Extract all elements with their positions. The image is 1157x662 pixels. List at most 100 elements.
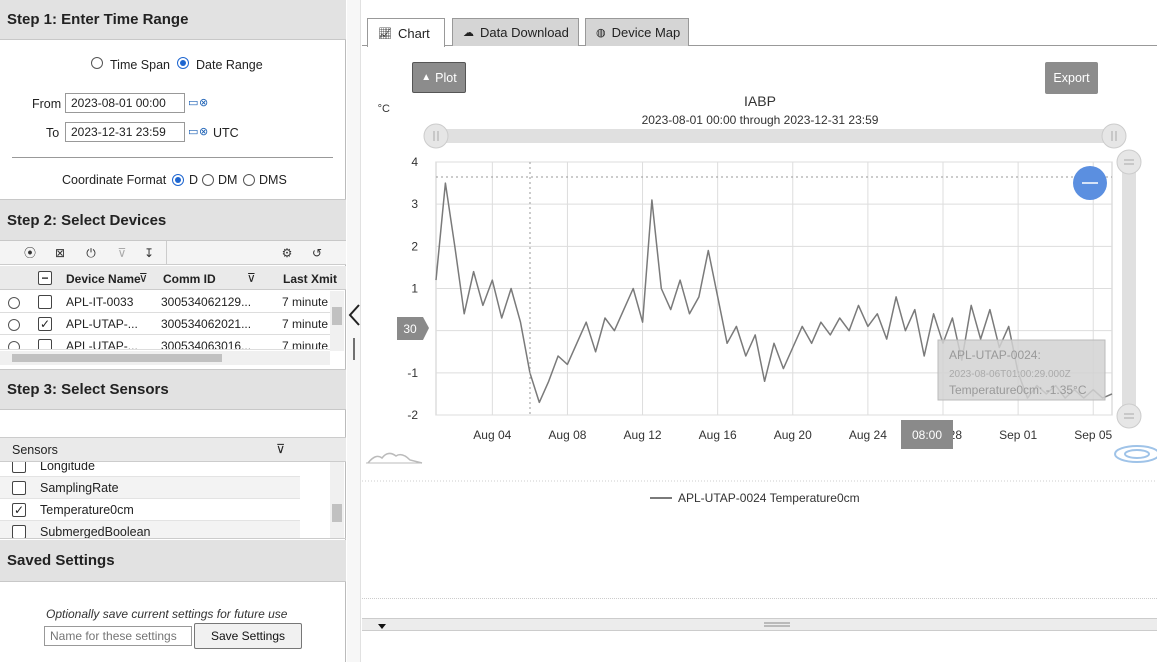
chart-subtitle: 2023-08-01 00:00 through 2023-12-31 23:5… — [642, 113, 879, 127]
range-slider-left-handle[interactable] — [423, 123, 449, 149]
row-checkbox[interactable]: ✓ — [38, 317, 52, 331]
table-row[interactable]: ✓ APL-UTAP-... 300534062021... 7 minute — [0, 313, 330, 335]
coord-dm-radio[interactable] — [202, 174, 214, 186]
gear-icon[interactable]: ⚙ — [276, 244, 298, 262]
comm-id-cell: 300534063016... — [161, 339, 252, 350]
row-radio[interactable] — [8, 297, 20, 309]
collapse-arrow-icon[interactable] — [348, 304, 360, 326]
list-item[interactable]: SubmergedBoolean — [0, 521, 300, 538]
y-tick-label: 3 — [411, 197, 418, 211]
temperature-chart[interactable]: IABP 2023-08-01 00:00 through 2023-12-31… — [362, 90, 1157, 510]
last-xmit-cell: 7 minute — [282, 317, 329, 331]
swirl-logo-icon — [1114, 445, 1157, 463]
saved-settings-header: Saved Settings — [0, 540, 346, 582]
y-tick-label: 4 — [411, 155, 418, 169]
panel-splitter[interactable] — [347, 0, 361, 662]
filter-icon[interactable]: ⊽ — [276, 441, 285, 456]
table-row[interactable]: APL-UTAP-... 300534063016... 7 minute — [0, 335, 330, 350]
list-item[interactable]: ✓ Temperature0cm — [0, 499, 300, 521]
coord-format-label: Coordinate Format — [62, 173, 167, 187]
x-tick-label: Aug 04 — [473, 428, 511, 442]
date-range-radio[interactable] — [177, 57, 189, 69]
clear-icon[interactable]: ⊗ — [199, 97, 208, 109]
sensors-list: Longitude SamplingRate ✓ Temperature0cm … — [0, 462, 346, 539]
to-date-input[interactable]: 2023-12-31 23:59 — [65, 122, 185, 142]
clear-filter-icon[interactable]: ⊽ — [111, 244, 133, 262]
calendar-icon[interactable]: ▭ — [188, 97, 198, 109]
chart-title: IABP — [744, 93, 776, 109]
sensor-checkbox[interactable] — [12, 481, 26, 495]
plot-button[interactable]: ▲ Plot — [412, 62, 466, 93]
tooltip-device: APL-UTAP-0024: — [949, 348, 1041, 362]
line-chart-icon: ▲ — [421, 72, 432, 83]
table-row[interactable]: APL-IT-0033 300534062129... 7 minute — [0, 291, 330, 313]
from-label: From — [32, 97, 62, 111]
col-comm-id[interactable]: Comm ID — [163, 272, 216, 286]
filter-icon[interactable]: ⊽ — [247, 271, 256, 285]
col-sensors[interactable]: Sensors — [12, 443, 58, 457]
y-tick-label: 1 — [411, 282, 418, 296]
vertical-range-track[interactable] — [1122, 160, 1136, 418]
saved-hint: Optionally save current settings for fut… — [46, 607, 288, 621]
row-radio[interactable] — [8, 341, 20, 349]
device-grid-vscroll[interactable] — [330, 291, 344, 351]
save-settings-button[interactable]: Save Settings — [194, 623, 302, 649]
tab-data-download[interactable]: ☁ Data Download — [452, 18, 579, 46]
device-grid-hscroll[interactable] — [0, 351, 330, 365]
clear-icon[interactable]: ⊗ — [199, 126, 208, 138]
x-tick-label: Sep 05 — [1074, 428, 1112, 442]
lower-panel-splitter[interactable] — [362, 618, 1157, 631]
no-location-icon[interactable]: ⊠ — [49, 244, 71, 262]
sensor-checkbox[interactable]: ✓ — [12, 503, 26, 517]
x-tick-label: Aug 16 — [699, 428, 737, 442]
legend-item[interactable]: APL-UTAP-0024 Temperature0cm — [678, 491, 860, 505]
tooltip-time: 2023-08-06T01:00:29.000Z — [949, 369, 1071, 380]
from-date-input[interactable]: 2023-08-01 00:00 — [65, 93, 185, 113]
x-tick-label: Sep 01 — [999, 428, 1037, 442]
list-item[interactable]: SamplingRate — [0, 477, 300, 499]
device-name-cell: APL-IT-0033 — [66, 295, 134, 309]
tab-chart[interactable]: 📈︎ Chart — [367, 18, 445, 47]
coord-dm-label: DM — [218, 173, 238, 187]
row-radio[interactable] — [8, 319, 20, 331]
row-checkbox[interactable] — [38, 339, 52, 349]
row-checkbox[interactable] — [38, 295, 52, 309]
date-range-label: Date Range — [196, 58, 263, 72]
filter-icon[interactable]: ⊽ — [139, 271, 148, 285]
col-device-name[interactable]: Device Name — [66, 272, 141, 286]
coord-dms-label: DMS — [259, 173, 287, 187]
device-grid-header: − Device Name ⊽ Comm ID ⊽ Last Xmit — [0, 266, 346, 290]
coord-d-radio[interactable] — [172, 174, 184, 186]
y-tick-label: 2 — [411, 239, 418, 253]
calendar-icon[interactable]: ▭ — [188, 126, 198, 138]
vertical-slider-bottom-handle[interactable] — [1116, 403, 1142, 429]
sensor-checkbox[interactable] — [12, 525, 26, 538]
vertical-slider-top-handle[interactable] — [1116, 149, 1142, 175]
caret-down-icon[interactable] — [378, 624, 386, 629]
x-hover-label: 08:00 — [912, 428, 942, 442]
tab-device-map[interactable]: ◍ Device Map — [585, 18, 689, 46]
y-axis-unit: °C — [378, 103, 390, 115]
settings-name-input[interactable] — [44, 626, 192, 646]
list-item[interactable]: Longitude — [0, 462, 300, 477]
settings-panel: Step 1: Enter Time Range Time Span Date … — [0, 0, 346, 662]
step1-header: Step 1: Enter Time Range — [0, 0, 346, 40]
time-span-radio[interactable] — [91, 57, 103, 69]
device-toolbar: ⦿ ⊠ ⏻ ⊽ ↧ ⚙ ↺ — [0, 241, 346, 265]
reset-icon[interactable]: ↺ — [306, 244, 328, 262]
x-tick-label: Aug 12 — [624, 428, 662, 442]
range-slider-right-handle[interactable] — [1101, 123, 1127, 149]
signal-icon[interactable]: ⦿ — [19, 244, 41, 262]
device-name-cell: APL-UTAP-... — [66, 339, 138, 350]
power-icon[interactable]: ⏻ — [80, 244, 102, 262]
col-last-xmit[interactable]: Last Xmit — [283, 272, 337, 286]
sort-down-icon[interactable]: ↧ — [138, 244, 160, 262]
coord-d-label: D — [189, 173, 199, 187]
select-all-checkbox[interactable]: − — [38, 271, 52, 285]
x-tick-label: Aug 08 — [548, 428, 586, 442]
sensor-checkbox[interactable] — [12, 462, 26, 473]
time-span-label: Time Span — [110, 58, 170, 72]
range-slider-track[interactable] — [436, 129, 1114, 143]
sensors-vscroll[interactable] — [330, 462, 344, 538]
coord-dms-radio[interactable] — [243, 174, 255, 186]
